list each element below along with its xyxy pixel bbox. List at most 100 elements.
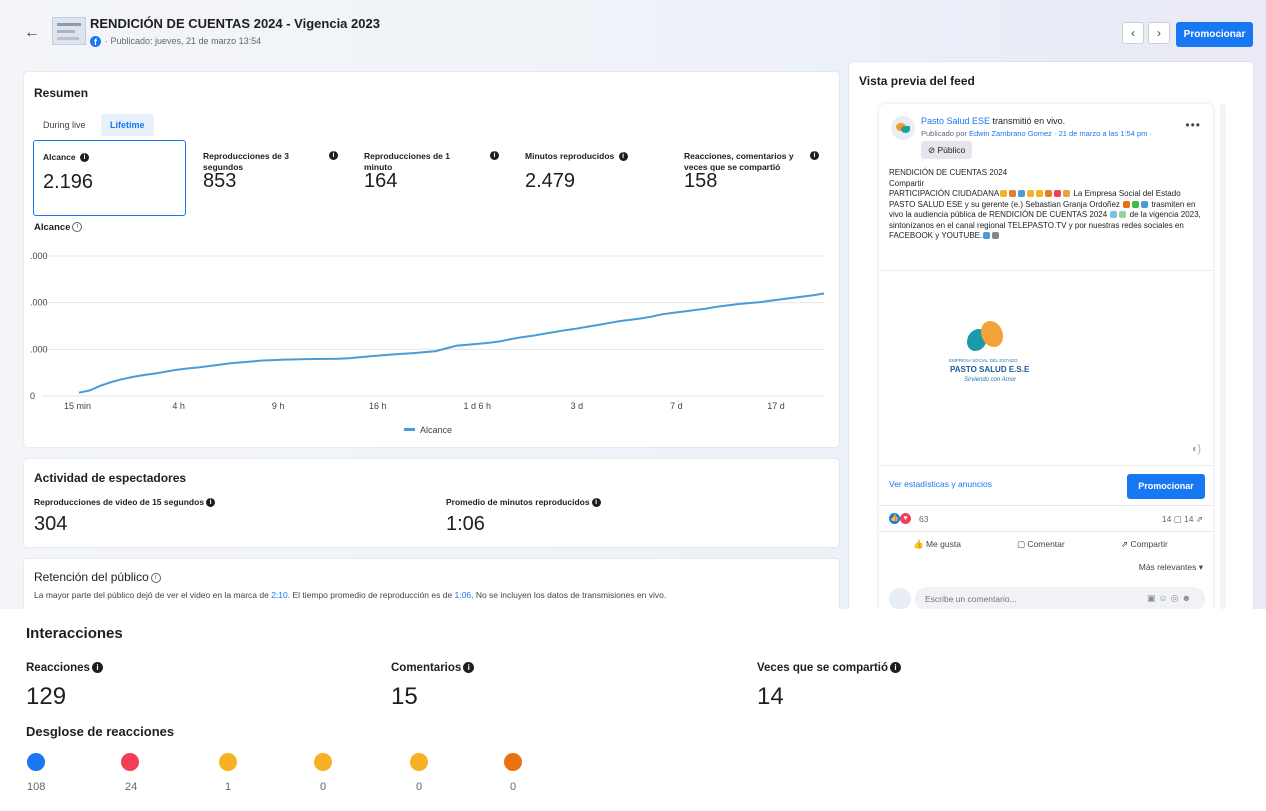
resumen-title: Resumen xyxy=(34,86,89,100)
reactions-row: 👍 ♥ 63 14 ▢ 14 ⇗ xyxy=(879,506,1213,532)
reactions-count[interactable]: 63 xyxy=(919,514,928,524)
metric-label: Promedio de minutos reproducidos i xyxy=(446,497,601,508)
post-text: RENDICIÓN DE CUENTAS 2024 Compartir PART… xyxy=(889,168,1201,240)
page-avatar xyxy=(891,116,915,140)
page-name: Pasto Salud ESE transmitió en vivo. xyxy=(921,116,1066,126)
promote-feed-button[interactable]: Promocionar xyxy=(1127,474,1205,499)
camera-icon[interactable]: ◎ xyxy=(1171,593,1182,603)
feed-scrollbar[interactable] xyxy=(1220,104,1226,609)
logo-text: EMPRESA SOCIAL DEL ESTADO xyxy=(949,358,1018,363)
x-tick-label: 4 h xyxy=(172,401,185,411)
y-tick-label: 0 xyxy=(30,391,35,401)
y-tick-label: .000 xyxy=(30,251,48,261)
metric-reproducciones-1min[interactable]: Reproducciones de 1 minuto i 164 xyxy=(355,140,505,216)
more-options-icon[interactable]: ••• xyxy=(1185,118,1201,132)
x-tick-label: 15 min xyxy=(64,401,91,411)
metric-value: 304 xyxy=(34,513,68,535)
tab-during-live[interactable]: During live xyxy=(34,114,95,136)
wow-reaction-icon xyxy=(314,753,332,771)
emoji-icon[interactable]: ☺ xyxy=(1159,593,1171,603)
info-icon: i xyxy=(150,572,161,583)
retencion-description: La mayor parte del público dejó de ver e… xyxy=(34,590,667,600)
love-reaction-icon xyxy=(121,753,139,771)
wow-count: 0 xyxy=(320,781,327,793)
comment-sort-dropdown[interactable]: Más relevantes ▾ xyxy=(1139,562,1203,573)
interacciones-title: Interacciones xyxy=(26,625,123,642)
commenter-avatar xyxy=(889,588,911,609)
volume-icon[interactable]: ◖) xyxy=(1191,443,1201,455)
like-button[interactable]: 👍 Me gusta xyxy=(913,539,961,550)
info-icon: i xyxy=(810,151,819,160)
comment-button[interactable]: ▢ Comentar xyxy=(1017,539,1065,550)
interacciones-section: Interacciones Reacciones i 129 Comentario… xyxy=(0,609,1266,811)
audience-badge: ⊘ Público xyxy=(921,141,973,159)
compartido-value: 14 xyxy=(757,683,784,710)
metric-label: Reproducciones de video de 15 segundos i xyxy=(34,497,216,508)
previous-post-button[interactable]: ‹ xyxy=(1122,22,1144,44)
next-post-button[interactable]: › xyxy=(1148,22,1170,44)
info-icon: i xyxy=(206,498,216,508)
gif-icon[interactable]: ☻ xyxy=(1182,593,1194,603)
feed-post: Pasto Salud ESE transmitió en vivo. Publ… xyxy=(879,104,1213,609)
reacciones-value: 129 xyxy=(26,683,67,710)
haha-reaction-icon xyxy=(219,753,237,771)
info-icon: i xyxy=(591,498,601,508)
y-tick-label: .000 xyxy=(30,298,48,308)
feed-preview-card: Vista previa del feed Pasto Salud ESE tr… xyxy=(849,62,1253,609)
insights-panel: ← RENDICIÓN DE CUENTAS 2024 - Vigencia 2… xyxy=(0,0,1266,609)
view-stats-link[interactable]: Ver estadísticas y anuncios xyxy=(889,479,992,489)
comment-icon: ▢ xyxy=(1017,539,1026,549)
published-line: Publicado por Edwin Zambrano Gomez · 21 … xyxy=(921,129,1152,138)
y-tick-label: .000 xyxy=(30,344,48,354)
info-icon: i xyxy=(490,151,499,160)
x-tick-label: 9 h xyxy=(272,401,285,411)
share-button[interactable]: ⇗ Compartir xyxy=(1121,539,1168,550)
info-icon: i xyxy=(329,151,338,160)
globe-icon: ⊘ xyxy=(928,145,936,155)
share-icon: ⇗ xyxy=(1121,539,1129,549)
info-icon: i xyxy=(79,153,89,163)
x-tick-label: 1 d 6 h xyxy=(464,401,492,411)
alcance-line-chart: 0 .000 .000 .000 15 min 4 h 9 h 16 h 1 d 6 h 3 d 7… xyxy=(30,251,825,435)
metric-label: Alcance i xyxy=(43,152,89,163)
post-video[interactable]: EMPRESA SOCIAL DEL ESTADO PASTO SALUD E.… xyxy=(879,270,1213,466)
angry-count: 0 xyxy=(510,781,517,793)
metric-reacciones[interactable]: Reacciones, comentarios y veces que se c… xyxy=(675,140,830,216)
retencion-title: Retención del público i xyxy=(34,570,161,584)
retencion-card: Retención del público i La mayor parte de… xyxy=(24,559,839,609)
metric-reproducciones-3s[interactable]: Reproducciones de 3 segundos i 853 xyxy=(194,140,344,216)
love-count: 24 xyxy=(125,781,138,793)
sad-reaction-icon xyxy=(410,753,428,771)
sad-count: 0 xyxy=(416,781,423,793)
info-icon: i xyxy=(463,662,475,674)
info-icon: i xyxy=(890,662,902,674)
x-tick-label: 3 d xyxy=(571,401,584,411)
post-actions: 👍 Me gusta ▢ Comentar ⇗ Compartir xyxy=(879,534,1213,558)
metric-value: 158 xyxy=(684,170,718,192)
reacciones-label: Reacciones i xyxy=(26,662,103,674)
resumen-card: Resumen During live Lifetime Alcance i 2… xyxy=(24,72,839,447)
desglose-title: Desglose de reacciones xyxy=(26,724,175,739)
metric-value: 164 xyxy=(364,170,398,192)
actividad-card: Actividad de espectadores Reproducciones… xyxy=(24,459,839,547)
like-reaction-icon: 👍 xyxy=(889,513,900,524)
metric-alcance[interactable]: Alcance i 2.196 xyxy=(33,140,186,216)
info-icon: i xyxy=(618,152,628,162)
post-thumbnail xyxy=(52,17,86,45)
metric-minutos-reproducidos[interactable]: Minutos reproducidos i 2.479 xyxy=(516,140,666,216)
love-reaction-icon: ♥ xyxy=(900,513,911,524)
series-line xyxy=(78,292,825,394)
comentarios-label: Comentarios i xyxy=(391,662,475,674)
like-count: 108 xyxy=(27,781,46,793)
comments-shares-count[interactable]: 14 ▢ 14 ⇗ xyxy=(1162,514,1203,525)
stats-row: Ver estadísticas y anuncios Promocionar xyxy=(879,466,1213,506)
sticker-icon[interactable]: ▣ xyxy=(1147,593,1159,603)
legend-swatch xyxy=(404,428,415,431)
tab-lifetime[interactable]: Lifetime xyxy=(101,114,154,136)
promote-button[interactable]: Promocionar xyxy=(1176,22,1253,47)
logo-text: Sirviendo con Amor xyxy=(964,377,1017,383)
back-arrow-icon[interactable]: ← xyxy=(24,24,42,42)
angry-reaction-icon xyxy=(504,753,522,771)
feed-title: Vista previa del feed xyxy=(859,74,975,88)
metric-value: 2.196 xyxy=(43,171,94,193)
